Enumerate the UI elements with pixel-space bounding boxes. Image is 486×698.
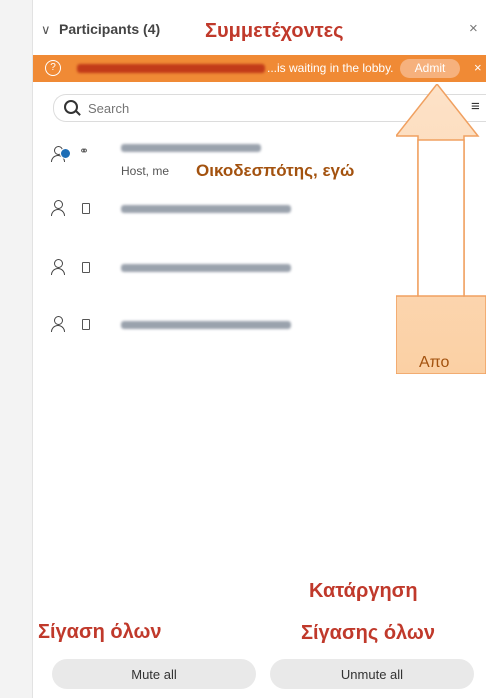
avatar-icon — [51, 200, 65, 216]
lobby-close-icon[interactable]: × — [474, 60, 482, 75]
phone-icon — [82, 203, 90, 214]
phone-icon — [82, 319, 90, 330]
presence-dot-icon — [60, 148, 71, 159]
annotation-unmute-all-line2: Σίγασης όλων — [301, 622, 435, 644]
participants-panel: ∨ Participants (4) × Συμμετέχοντες ? ...… — [33, 0, 486, 698]
lobby-message: ...is waiting in the lobby. — [267, 61, 394, 75]
annotation-participants: Συμμετέχοντες — [205, 20, 344, 42]
annotation-host-me: Οικοδεσπότης, εγώ — [196, 161, 355, 180]
annotation-mute-all: Σίγαση όλων — [38, 621, 162, 643]
mute-all-button[interactable]: Mute all — [52, 659, 256, 689]
lobby-notification-bar: ? ...is waiting in the lobby. Admit × — [33, 55, 486, 82]
search-input[interactable] — [86, 99, 390, 117]
participant-name-redacted — [121, 205, 291, 213]
panel-title: Participants (4) — [59, 21, 161, 37]
clock-icon: ? — [45, 60, 61, 76]
left-sidebar-strip — [0, 0, 33, 698]
annotation-partial-label: Απο — [419, 354, 450, 371]
avatar-icon — [51, 316, 65, 332]
unmute-all-button[interactable]: Unmute all — [270, 659, 474, 689]
annotation-arrow — [396, 84, 486, 374]
participant-name-redacted — [121, 144, 261, 152]
participant-role: Host, me — [121, 164, 170, 178]
search-icon — [64, 100, 78, 114]
close-icon[interactable]: × — [469, 20, 478, 37]
lobby-participant-name-redacted — [77, 64, 265, 73]
annotation-unmute-all-line1: Κατάργηση — [309, 580, 418, 602]
admit-button[interactable]: Admit — [400, 59, 460, 78]
avatar-icon — [51, 259, 65, 275]
participant-name-redacted — [121, 321, 291, 329]
participant-name-redacted — [121, 264, 291, 272]
headset-icon: ⚭ — [79, 144, 90, 158]
phone-icon — [82, 262, 90, 273]
chevron-down-icon[interactable]: ∨ — [41, 22, 51, 38]
